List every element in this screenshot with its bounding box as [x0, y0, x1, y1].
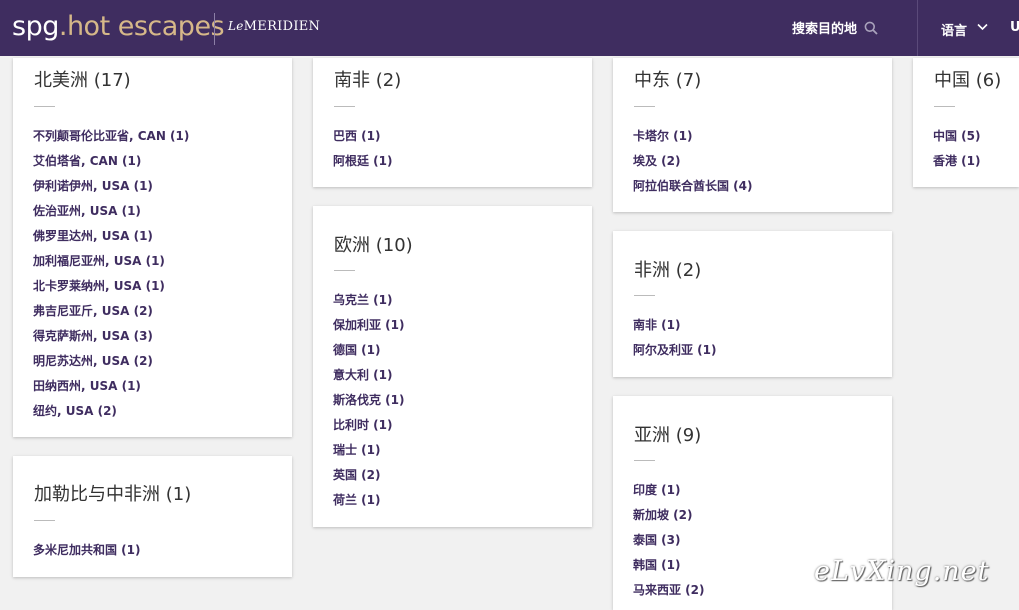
destination-link[interactable]: 纽约, USA (2) — [33, 401, 189, 426]
destination-link[interactable]: 卡塔尔 (1) — [633, 126, 753, 151]
destination-link[interactable]: 香港 (1) — [933, 151, 981, 176]
region-title: 中国 (6) — [934, 70, 1002, 91]
region-title: 非洲 (2) — [634, 260, 702, 281]
user-menu-button[interactable]: U — [1010, 20, 1019, 35]
destination-link[interactable]: 韩国 (1) — [633, 555, 705, 580]
destination-link[interactable]: 多米尼加共和国 (1) — [33, 540, 141, 565]
destination-link[interactable]: 荷兰 (1) — [333, 490, 405, 515]
destination-link[interactable]: 斯洛伐克 (1) — [333, 390, 405, 415]
destination-link[interactable]: 马来西亚 (2) — [633, 580, 705, 605]
region-title: 北美洲 (17) — [34, 70, 131, 91]
title-divider — [634, 460, 655, 461]
title-divider — [634, 106, 655, 107]
region-card-china: 中国 (6) 中国 (5) 香港 (1) — [913, 58, 1019, 187]
search-icon[interactable] — [864, 21, 878, 35]
destination-list: 中国 (5) 香港 (1) — [933, 126, 981, 176]
logo-spg-text: spg — [12, 11, 59, 42]
title-divider — [34, 520, 55, 521]
destination-link[interactable]: 乌克兰 (1) — [333, 290, 405, 315]
destination-link[interactable]: 阿尔及利亚 (1) — [633, 340, 717, 365]
region-card-north-america: 北美洲 (17) 不列颠哥伦比亚省, CAN (1) 艾伯塔省, CAN (1)… — [13, 58, 292, 437]
destination-list: 乌克兰 (1) 保加利亚 (1) 德国 (1) 意大利 (1) 斯洛伐克 (1)… — [333, 290, 405, 515]
top-navigation-bar: spg.hot escapes LeMERIDIEN 搜索目的地 语言 U — [0, 0, 1019, 56]
region-title: 中东 (7) — [634, 70, 702, 91]
title-divider — [334, 270, 355, 271]
destination-link[interactable]: 泰国 (3) — [633, 530, 705, 555]
region-title: 亚洲 (9) — [634, 425, 702, 446]
language-menu-button[interactable]: 语言 — [941, 20, 967, 39]
destination-link[interactable]: 中国 (5) — [933, 126, 981, 151]
destination-link[interactable]: 弗吉尼亚斤, USA (2) — [33, 301, 189, 326]
nav-divider — [917, 0, 918, 56]
destination-link[interactable]: 新加坡 (2) — [633, 505, 705, 530]
destination-list: 巴西 (1) 阿根廷 (1) — [333, 126, 393, 176]
destination-link[interactable]: 瑞士 (1) — [333, 440, 405, 465]
destination-link[interactable]: 埃及 (2) — [633, 151, 753, 176]
destination-link[interactable]: 比利时 (1) — [333, 415, 405, 440]
brand-meridien-text: MERIDIEN — [243, 19, 321, 34]
title-divider — [334, 106, 355, 107]
destination-list: 不列颠哥伦比亚省, CAN (1) 艾伯塔省, CAN (1) 伊利诺伊州, U… — [33, 126, 189, 426]
destination-link[interactable]: 巴西 (1) — [333, 126, 393, 151]
destination-link[interactable]: 田纳西州, USA (1) — [33, 376, 189, 401]
title-divider — [34, 106, 55, 107]
destination-link[interactable]: 不列颠哥伦比亚省, CAN (1) — [33, 126, 189, 151]
destination-link[interactable]: 佐治亚州, USA (1) — [33, 201, 189, 226]
destination-link[interactable]: 英国 (2) — [333, 465, 405, 490]
region-card-europe: 欧洲 (10) 乌克兰 (1) 保加利亚 (1) 德国 (1) 意大利 (1) … — [313, 206, 592, 527]
chevron-down-icon[interactable] — [977, 23, 988, 31]
spg-hot-escapes-logo[interactable]: spg.hot escapes — [12, 9, 225, 45]
region-card-middle-east: 中东 (7) 卡塔尔 (1) 埃及 (2) 阿拉伯联合酋长国 (4) — [613, 58, 892, 212]
logo-divider — [214, 13, 215, 45]
destination-link[interactable]: 得克萨斯州, USA (3) — [33, 326, 189, 351]
region-title: 南非 (2) — [334, 70, 402, 91]
destination-link[interactable]: 意大利 (1) — [333, 365, 405, 390]
destination-link[interactable]: 德国 (1) — [333, 340, 405, 365]
region-card-south-america: 南非 (2) 巴西 (1) 阿根廷 (1) — [313, 58, 592, 187]
destination-list: 多米尼加共和国 (1) — [33, 540, 141, 565]
destination-list: 南非 (1) 阿尔及利亚 (1) — [633, 315, 717, 365]
destination-link[interactable]: 南非 (1) — [633, 315, 717, 340]
destination-link[interactable]: 明尼苏达州, USA (2) — [33, 351, 189, 376]
destination-link[interactable]: 加利福尼亚州, USA (1) — [33, 251, 189, 276]
le-meridien-logo[interactable]: LeMERIDIEN — [228, 19, 320, 34]
destination-link[interactable]: 艾伯塔省, CAN (1) — [33, 151, 189, 176]
destination-link[interactable]: 北卡罗莱纳州, USA (1) — [33, 276, 189, 301]
destination-list: 卡塔尔 (1) 埃及 (2) 阿拉伯联合酋长国 (4) — [633, 126, 753, 201]
region-card-africa: 非洲 (2) 南非 (1) 阿尔及利亚 (1) — [613, 231, 892, 377]
title-divider — [934, 106, 955, 107]
region-card-caribbean: 加勒比与中非洲 (1) 多米尼加共和国 (1) — [13, 456, 292, 577]
destination-link[interactable]: 佛罗里达州, USA (1) — [33, 226, 189, 251]
destination-link[interactable]: 保加利亚 (1) — [333, 315, 405, 340]
site-watermark: eLvXing.net — [814, 556, 990, 587]
title-divider — [634, 295, 655, 296]
destination-list: 印度 (1) 新加坡 (2) 泰国 (3) 韩国 (1) 马来西亚 (2) — [633, 480, 705, 605]
destination-link[interactable]: 伊利诺伊州, USA (1) — [33, 176, 189, 201]
destination-link[interactable]: 印度 (1) — [633, 480, 705, 505]
region-title: 加勒比与中非洲 (1) — [34, 484, 192, 505]
search-destination-button[interactable]: 搜索目的地 — [792, 18, 857, 37]
region-title: 欧洲 (10) — [334, 235, 413, 256]
logo-hot-escapes-text: .hot escapes — [58, 11, 225, 42]
destination-link[interactable]: 阿拉伯联合酋长国 (4) — [633, 176, 753, 201]
destination-link[interactable]: 阿根廷 (1) — [333, 151, 393, 176]
brand-le-text: Le — [228, 19, 244, 33]
